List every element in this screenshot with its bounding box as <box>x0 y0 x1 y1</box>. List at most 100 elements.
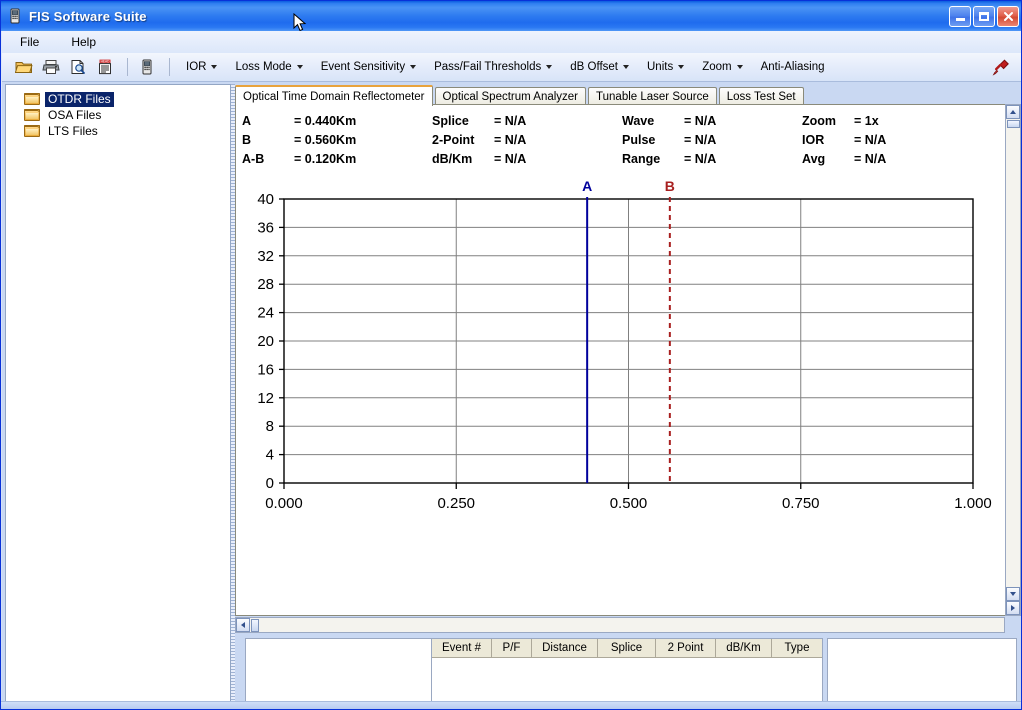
column-header-type[interactable]: Type <box>772 639 822 657</box>
tab-osa-label: Optical Spectrum Analyzer <box>442 91 579 103</box>
y-tick-label: 40 <box>257 191 274 208</box>
toolbar-menu-loss-mode[interactable]: Loss Mode <box>229 58 308 76</box>
sidebar-item-lts-files[interactable]: LTS Files <box>6 123 230 139</box>
sidebar-item-otdr-files[interactable]: OTDR Files <box>6 91 230 107</box>
info-row-range: Range = N/A <box>622 150 802 167</box>
vertical-scroll-thumb[interactable] <box>1006 120 1020 128</box>
column-header-db-km[interactable]: dB/Km <box>716 639 772 657</box>
mouse-cursor <box>293 12 307 33</box>
toolbar-menu-units[interactable]: Units <box>641 58 690 76</box>
info-key-ior: IOR <box>802 132 825 147</box>
toolbar-menu-db-offset[interactable]: dB Offset <box>564 58 635 76</box>
info-value-wave: = N/A <box>684 113 717 128</box>
sidebar-item-otdr-files-label: OTDR Files <box>45 91 114 107</box>
column-header-splice[interactable]: Splice <box>598 639 656 657</box>
toolbar-menu-pass-fail-thresholds-label: Pass/Fail Thresholds <box>434 61 542 73</box>
horizontal-scroll-thumb[interactable] <box>251 618 259 632</box>
chevron-down-icon <box>546 65 553 69</box>
window-title: FIS Software Suite <box>29 8 147 24</box>
info-key-b: B <box>242 132 252 147</box>
info-value-db-km: = N/A <box>494 151 527 166</box>
minimize-icon <box>955 18 965 21</box>
column-header-2-point[interactable]: 2 Point <box>656 639 716 657</box>
info-value-zoom: = 1x <box>854 113 879 128</box>
toolbar-menu-ior-label: IOR <box>186 61 207 73</box>
y-tick-label: 12 <box>257 390 274 407</box>
info-column-loss: Splice = N/A 2-Point = N/A dB/Km = N/A <box>432 110 622 168</box>
connector-icon <box>992 59 1009 76</box>
toolbar-menu-event-sensitivity[interactable]: Event Sensitivity <box>315 58 422 76</box>
folder-icon <box>24 92 41 106</box>
column-header-pf[interactable]: P/F <box>492 639 532 657</box>
y-tick-label: 36 <box>257 219 274 236</box>
chevron-right-icon <box>1011 605 1015 611</box>
toolbar-separator-2 <box>169 58 170 76</box>
cursor-label-a: A <box>582 178 592 194</box>
toolbar-menu-db-offset-label: dB Offset <box>570 61 618 73</box>
left-info-panel <box>245 638 435 709</box>
scroll-down-button[interactable] <box>1006 587 1020 601</box>
scroll-right-corner-button[interactable] <box>1006 601 1020 615</box>
chevron-down-icon <box>736 65 743 69</box>
file-tree: OTDR Files OSA Files LTS Files <box>6 85 230 139</box>
info-row-a: A = 0.440Km <box>242 112 432 129</box>
sidebar-item-osa-files[interactable]: OSA Files <box>6 107 230 123</box>
window-controls <box>949 5 1021 27</box>
toolbar-menu-pass-fail-thresholds[interactable]: Pass/Fail Thresholds <box>428 58 558 76</box>
open-button[interactable] <box>12 55 36 79</box>
y-tick-label: 0 <box>266 475 274 492</box>
info-column-display: Zoom = 1x IOR = N/A Avg = N/A <box>802 110 982 168</box>
device-button[interactable] <box>135 55 159 79</box>
toolbar-right <box>989 55 1016 79</box>
toolbar: HEAD IOR Loss Mode Event Sensitivity Pas… <box>2 53 1021 82</box>
y-tick-label: 20 <box>257 333 274 350</box>
info-row-splice: Splice = N/A <box>432 112 622 129</box>
close-button[interactable] <box>997 5 1019 27</box>
menu-help[interactable]: Help <box>67 33 100 51</box>
toolbar-menu-anti-aliasing[interactable]: Anti-Aliasing <box>755 58 831 76</box>
info-value-range: = N/A <box>684 151 717 166</box>
chart-vertical-scrollbar[interactable] <box>1005 104 1021 616</box>
events-table-panel: Event # P/F Distance Splice 2 Point dB/K… <box>431 638 823 709</box>
info-key-ab: A-B <box>242 151 265 166</box>
toolbar-menu-zoom[interactable]: Zoom <box>696 58 748 76</box>
info-value-2-point: = N/A <box>494 132 527 147</box>
report-button[interactable]: HEAD <box>93 55 117 79</box>
x-tick-label: 0.250 <box>437 495 475 512</box>
otdr-chart-svg: 0 4 8 12 16 20 24 28 32 36 40 0.000 0.250 0.500 0.750 1… <box>257 178 991 512</box>
info-key-2-point: 2-Point <box>432 132 475 147</box>
maximize-button[interactable] <box>973 5 995 27</box>
device-icon <box>7 8 23 24</box>
window-bottom-edge <box>1 701 1021 709</box>
toolbar-menu-ior[interactable]: IOR <box>180 58 223 76</box>
title-bar: FIS Software Suite <box>1 1 1021 31</box>
print-button[interactable] <box>39 55 63 79</box>
minimize-button[interactable] <box>949 5 971 27</box>
scroll-up-button[interactable] <box>1006 105 1020 119</box>
print-preview-button[interactable] <box>66 55 90 79</box>
menu-file[interactable]: File <box>16 33 43 51</box>
toolbar-menu-units-label: Units <box>647 61 674 73</box>
info-key-wave: Wave <box>622 113 655 128</box>
y-tick-label: 28 <box>257 276 274 293</box>
otdr-trace-chart[interactable]: 0 4 8 12 16 20 24 28 32 36 40 0.000 0.250 0.500 0.750 1… <box>236 173 1020 613</box>
info-key-splice: Splice <box>432 113 469 128</box>
column-header-event-number[interactable]: Event # <box>432 639 492 657</box>
info-value-pulse: = N/A <box>684 132 717 147</box>
measurement-info: A = 0.440Km B = 0.560Km A-B = 0.120Km Sp… <box>242 110 1002 168</box>
tab-tls-label: Tunable Laser Source <box>596 91 709 103</box>
connector-button[interactable] <box>989 55 1013 79</box>
info-key-range: Range <box>622 151 661 166</box>
sidebar-item-lts-files-label: LTS Files <box>48 123 98 138</box>
sidebar-item-osa-files-label: OSA Files <box>48 107 102 122</box>
chevron-down-icon <box>1010 592 1016 596</box>
chevron-down-icon <box>623 65 629 69</box>
column-header-distance[interactable]: Distance <box>532 639 598 657</box>
chart-horizontal-scrollbar[interactable] <box>235 617 1005 633</box>
tab-optical-time-domain-reflectometer[interactable]: Optical Time Domain Reflectometer <box>235 85 433 106</box>
report-icon: HEAD <box>99 59 111 75</box>
info-row-db-km: dB/Km = N/A <box>432 150 622 167</box>
scroll-left-button[interactable] <box>236 618 250 632</box>
info-row-ior: IOR = N/A <box>802 131 982 148</box>
maximize-icon <box>979 11 989 21</box>
